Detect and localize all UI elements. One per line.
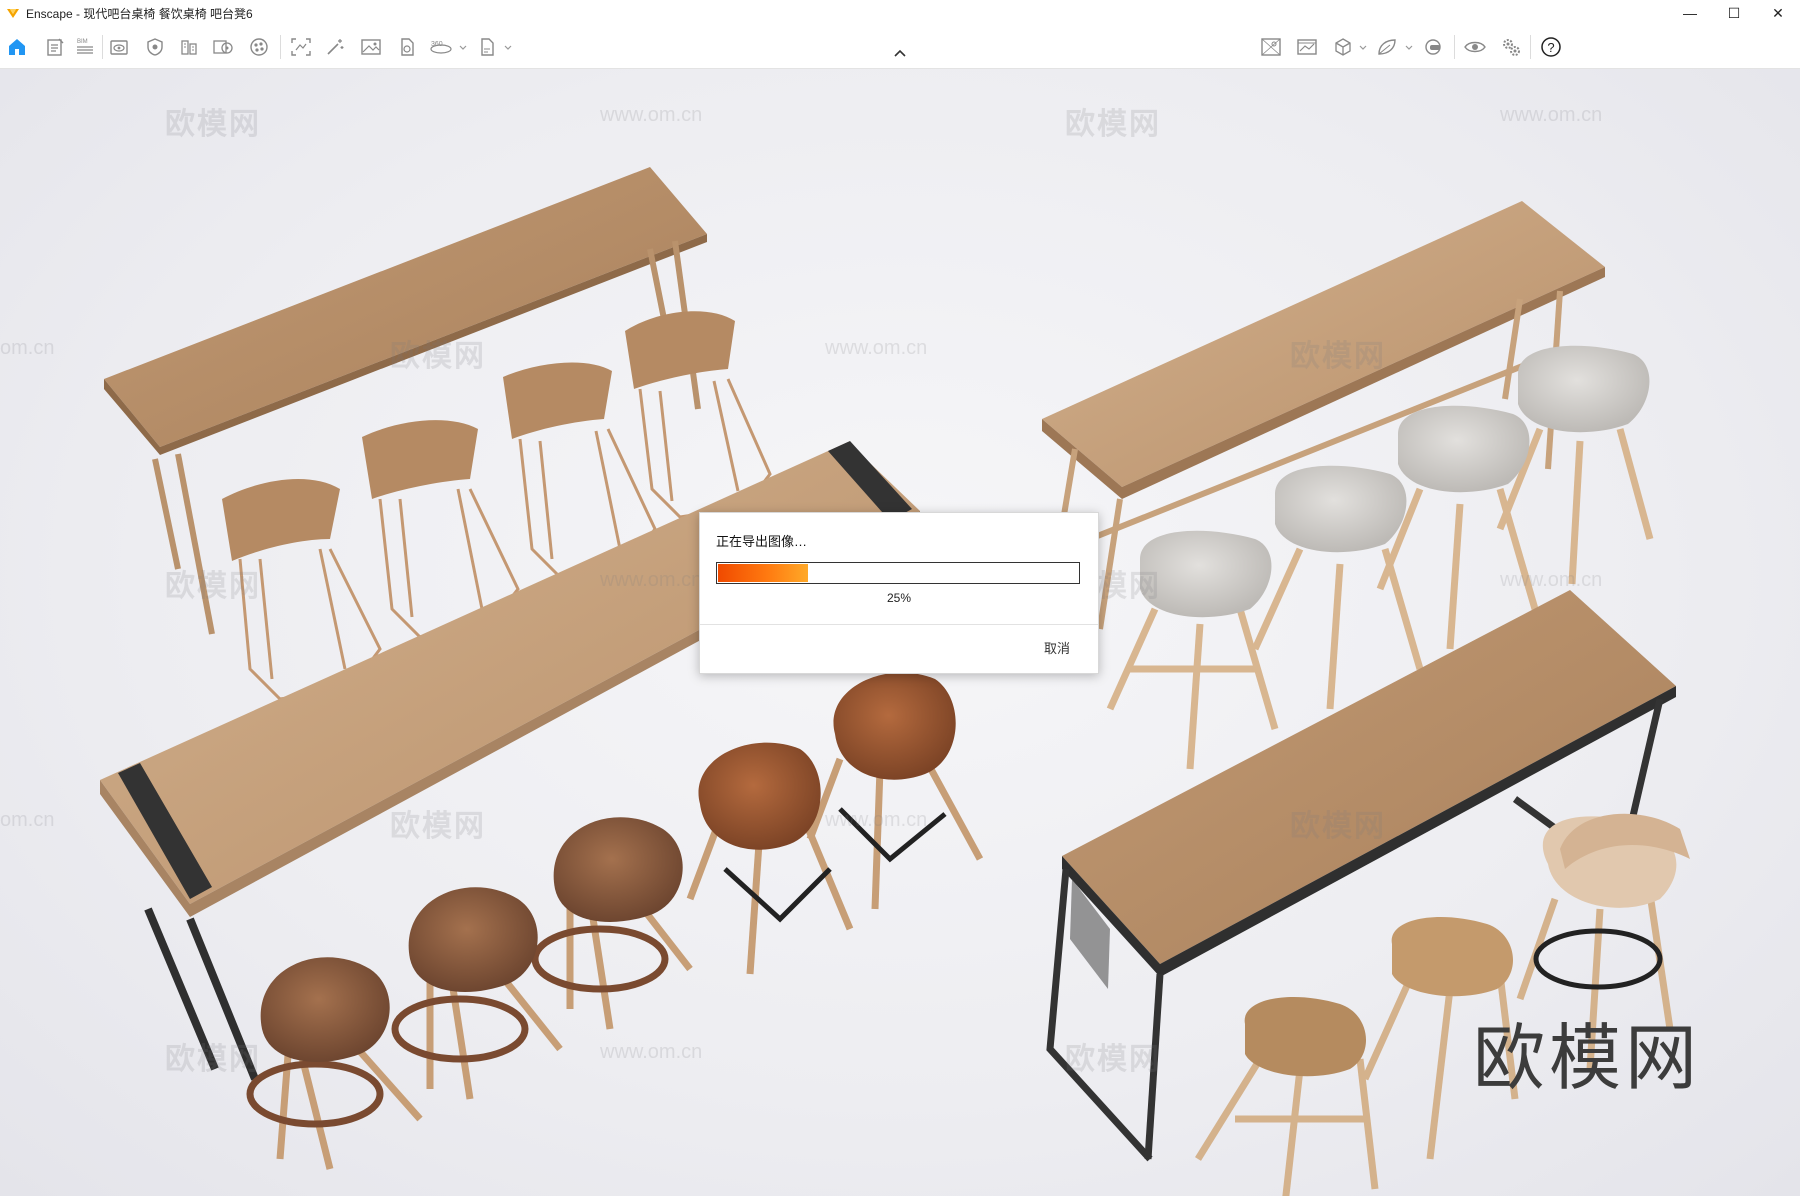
collapse-toolbar-chevron-up-icon[interactable] <box>892 46 908 62</box>
watermark-url: www.om.cn <box>600 104 703 126</box>
dialog-title: 正在导出图像… <box>716 534 808 549</box>
watermark-logo: 欧模网 <box>165 108 261 141</box>
maximize-button[interactable]: ☐ <box>1712 0 1756 26</box>
watermark-url: www.om.cn <box>825 337 928 359</box>
watermark-logo: 欧模网 <box>165 570 261 603</box>
export-progress-bar <box>716 562 1080 584</box>
settings-icon[interactable] <box>1498 34 1524 60</box>
watermark-url: www.om.cn <box>600 569 703 591</box>
view-icon[interactable] <box>106 34 132 60</box>
eye-icon[interactable] <box>1462 34 1488 60</box>
gallery-icon[interactable] <box>1294 34 1320 60</box>
watermark-url-partial: om.cn <box>0 337 55 359</box>
library-icon[interactable] <box>176 34 202 60</box>
watermark-logo: 欧模网 <box>1290 810 1386 843</box>
bim-icon[interactable]: BIM <box>72 34 98 60</box>
watermark-url: www.om.cn <box>600 1041 703 1063</box>
watermark-logo: 欧模网 <box>1290 340 1386 373</box>
capture-icon[interactable] <box>1258 34 1284 60</box>
home-icon[interactable] <box>4 34 30 60</box>
watermark-url-partial: om.cn <box>0 809 55 831</box>
export-file-icon[interactable] <box>474 34 500 60</box>
chevron-down-icon[interactable] <box>458 43 468 53</box>
svg-text:?: ? <box>1547 40 1554 55</box>
watermark-logo: 欧模网 <box>165 1043 261 1076</box>
title-bar: Enscape - 现代吧台桌椅 餐饮桌椅 吧台凳6 — ☐ ✕ <box>0 0 1800 26</box>
screenshot-icon[interactable] <box>288 34 314 60</box>
enscape-logo-icon <box>7 9 19 18</box>
help-icon[interactable]: ? <box>1538 34 1564 60</box>
chevron-down-icon[interactable] <box>503 43 513 53</box>
brand-watermark: 欧模网 <box>1473 1016 1702 1100</box>
cancel-button[interactable]: 取消 <box>1044 638 1070 657</box>
asset-shield-icon[interactable] <box>142 34 168 60</box>
watermark-url: www.om.cn <box>825 809 928 831</box>
image-icon[interactable] <box>358 34 384 60</box>
svg-text:BIM: BIM <box>77 39 88 45</box>
minimize-button[interactable]: — <box>1668 0 1712 26</box>
panorama-360-icon[interactable]: 360 <box>428 34 454 60</box>
watermark-url: www.om.cn <box>1500 104 1603 126</box>
export-progress-dialog: 正在导出图像… 25% 取消 <box>699 512 1099 674</box>
chevron-down-icon[interactable] <box>1358 43 1368 53</box>
watermark-logo: 欧模网 <box>390 810 486 843</box>
render-settings-icon[interactable] <box>210 34 236 60</box>
watermark-logo: 欧模网 <box>1065 108 1161 141</box>
chevron-down-icon[interactable] <box>1404 43 1414 53</box>
window-title: Enscape - 现代吧台桌椅 餐饮桌椅 吧台凳6 <box>26 6 253 21</box>
cube-icon[interactable] <box>1330 34 1356 60</box>
magic-icon[interactable] <box>322 34 348 60</box>
material-icon[interactable] <box>246 34 272 60</box>
dialog-divider <box>700 624 1098 625</box>
export-icon[interactable] <box>394 34 420 60</box>
leaf-icon[interactable] <box>1374 34 1400 60</box>
progress-percent: 25% <box>886 591 912 605</box>
document-icon[interactable] <box>42 34 68 60</box>
vr-headset-icon[interactable] <box>1420 34 1446 60</box>
watermark-logo: 欧模网 <box>1065 1043 1161 1076</box>
watermark-logo: 欧模网 <box>390 340 486 373</box>
progress-fill <box>718 564 808 582</box>
watermark-url: www.om.cn <box>1500 569 1603 591</box>
close-button[interactable]: ✕ <box>1756 0 1800 26</box>
